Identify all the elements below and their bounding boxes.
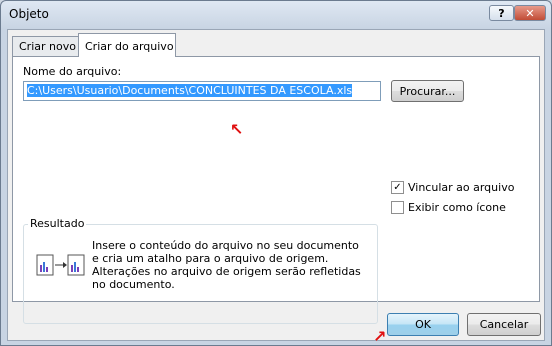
object-dialog: Objeto ? ✕ Criar novo Criar do arquivo N…	[0, 0, 552, 346]
filename-input[interactable]: C:\Users\Usuario\Documents\CONCLUINTES D…	[23, 81, 381, 101]
checkbox-box[interactable]: ✓	[391, 181, 404, 194]
result-group: Resultado Insere o conteúdo do arquivo n…	[23, 217, 378, 324]
tab-label: Criar do arquivo	[85, 40, 174, 53]
tab-panel: Nome do arquivo: C:\Users\Usuario\Docume…	[12, 56, 540, 324]
link-to-file-label: Vincular ao arquivo	[408, 181, 515, 194]
cancel-button[interactable]: Cancelar	[467, 313, 541, 336]
title-bar[interactable]: Objeto ? ✕	[1, 1, 551, 27]
checkbox-box[interactable]	[391, 201, 404, 214]
link-to-file-checkbox[interactable]: ✓ Vincular ao arquivo	[391, 181, 514, 194]
tab-criar-novo[interactable]: Criar novo	[12, 36, 80, 56]
dialog-title: Objeto	[9, 7, 49, 21]
dialog-body: Criar novo Criar do arquivo Nome do arqu…	[7, 29, 545, 341]
browse-button[interactable]: Procurar...	[391, 80, 464, 102]
annotation-arrow-icon: ↖	[230, 120, 244, 139]
close-button[interactable]: ✕	[514, 5, 546, 21]
help-button[interactable]: ?	[489, 5, 514, 21]
tab-criar-do-arquivo[interactable]: Criar do arquivo	[78, 33, 176, 57]
display-as-icon-checkbox[interactable]: Exibir como ícone	[391, 201, 506, 214]
checkmark-icon: ✓	[393, 181, 402, 193]
annotation-arrow-icon: ↗	[373, 327, 387, 346]
result-group-title: Resultado	[28, 217, 87, 230]
link-file-icon	[36, 254, 85, 276]
display-as-icon-label: Exibir como ícone	[408, 201, 506, 214]
ok-button[interactable]: OK	[387, 313, 459, 336]
filename-value: C:\Users\Usuario\Documents\CONCLUINTES D…	[27, 84, 353, 97]
filename-label: Nome do arquivo:	[23, 65, 122, 78]
result-description: Insere o conteúdo do arquivo no seu docu…	[92, 239, 361, 291]
tab-label: Criar novo	[19, 40, 76, 53]
